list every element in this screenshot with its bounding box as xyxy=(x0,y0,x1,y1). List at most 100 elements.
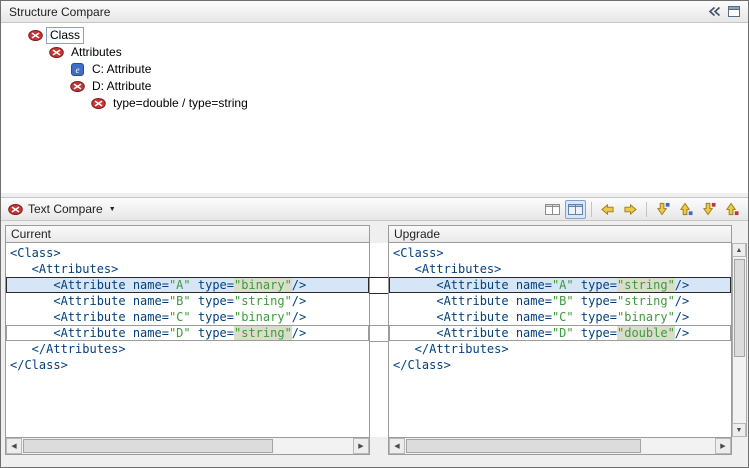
diff-connector xyxy=(369,277,389,278)
attribute-value: "binary" xyxy=(234,310,292,324)
collapse-icon[interactable] xyxy=(708,6,721,17)
code-line[interactable]: </Attributes> xyxy=(6,341,369,357)
attribute-value: "string" xyxy=(234,326,292,340)
svg-text:e: e xyxy=(75,65,79,75)
code-text: <Attribute name= xyxy=(393,326,552,340)
vertical-scrollbar[interactable]: ▲ ▼ xyxy=(732,243,747,437)
tree-item[interactable]: type=double / type=string xyxy=(1,95,748,112)
next-change-icon[interactable] xyxy=(698,200,719,219)
left-pane-title: Current xyxy=(11,227,51,241)
code-text: </Class> xyxy=(393,358,451,372)
right-horizontal-scrollbar[interactable]: ◀ ▶ xyxy=(389,437,731,454)
tree-item-label: D: Attribute xyxy=(89,79,154,94)
code-line[interactable]: <Attribute name="B" type="string"/> xyxy=(389,293,731,309)
code-text: type= xyxy=(191,294,234,308)
tree-item[interactable]: e C: Attribute xyxy=(1,61,748,78)
code-line[interactable]: <Attribute name="B" type="string"/> xyxy=(6,293,369,309)
toolbar-separator xyxy=(591,202,592,217)
tree-item-label: Attributes xyxy=(68,45,125,60)
scroll-right-icon[interactable]: ▶ xyxy=(353,438,369,454)
code-text: </Class> xyxy=(10,358,68,372)
copy-right-icon[interactable] xyxy=(620,200,641,219)
code-text: <Attribute name= xyxy=(393,310,552,324)
attribute-value: "string" xyxy=(234,294,292,308)
element-icon: e xyxy=(69,63,85,76)
code-line[interactable]: <Attribute name="A" type="binary"/> xyxy=(6,277,369,293)
code-line[interactable]: <Attributes> xyxy=(6,261,369,277)
compare-toolbar xyxy=(542,200,742,219)
scroll-up-icon[interactable]: ▲ xyxy=(732,243,746,257)
code-line[interactable]: <Attribute name="A" type="string"/> xyxy=(389,277,731,293)
attribute-value: "A" xyxy=(169,278,191,292)
code-text: type= xyxy=(574,294,617,308)
code-line[interactable]: <Attribute name="D" type="string"/> xyxy=(6,325,369,341)
compare-editor-window: Structure Compare Class Attributes e C: Att… xyxy=(0,0,749,468)
scroll-left-icon[interactable]: ◀ xyxy=(389,438,405,454)
chevron-down-icon[interactable]: ▼ xyxy=(109,206,116,213)
structure-compare-title: Structure Compare xyxy=(9,5,110,19)
tree-item-label: C: Attribute xyxy=(89,62,154,77)
code-text: /> xyxy=(675,294,689,308)
code-text: /> xyxy=(292,326,306,340)
left-code-body[interactable]: <Class> <Attributes> <Attribute name="A"… xyxy=(6,243,369,437)
copy-left-icon[interactable] xyxy=(597,200,618,219)
attribute-value: "C" xyxy=(169,310,191,324)
diff-gutter xyxy=(370,243,388,437)
code-text: <Class> xyxy=(10,246,61,260)
code-text: /> xyxy=(292,310,306,324)
attribute-value: "B" xyxy=(552,294,574,308)
code-line[interactable]: <Attributes> xyxy=(389,261,731,277)
code-text: type= xyxy=(191,326,234,340)
code-line[interactable]: <Attribute name="C" type="binary"/> xyxy=(6,309,369,325)
left-pane: Current <Class> <Attributes> <Attribute … xyxy=(5,225,370,455)
code-line[interactable]: </Attributes> xyxy=(389,341,731,357)
toolbar-separator xyxy=(646,202,647,217)
left-horizontal-scrollbar[interactable]: ◀ ▶ xyxy=(6,437,369,454)
attribute-value: "binary" xyxy=(234,278,292,292)
code-line[interactable]: </Class> xyxy=(6,357,369,373)
code-text: <Attributes> xyxy=(393,262,501,276)
structure-tree: Class Attributes e C: Attribute D: Attribute… xyxy=(1,23,748,193)
right-code-body[interactable]: <Class> <Attributes> <Attribute name="A"… xyxy=(389,243,731,437)
code-text: <Attribute name= xyxy=(10,310,169,324)
previous-difference-icon[interactable] xyxy=(675,200,696,219)
code-text: <Attribute name= xyxy=(393,294,552,308)
next-difference-icon[interactable] xyxy=(652,200,673,219)
code-line[interactable]: </Class> xyxy=(389,357,731,373)
structure-header-buttons xyxy=(708,6,740,17)
code-text: type= xyxy=(574,326,617,340)
code-line[interactable]: <Class> xyxy=(6,245,369,261)
right-pane-header: Upgrade xyxy=(389,226,731,243)
attribute-value: "D" xyxy=(552,326,574,340)
change-icon xyxy=(69,81,85,92)
maximize-icon[interactable] xyxy=(728,6,740,17)
right-hscroll-thumb[interactable] xyxy=(406,439,641,453)
left-hscroll-thumb[interactable] xyxy=(23,439,273,453)
code-line[interactable]: <Attribute name="C" type="binary"/> xyxy=(389,309,731,325)
tree-item[interactable]: Attributes xyxy=(1,44,748,61)
text-compare-title[interactable]: Text Compare xyxy=(28,202,103,216)
two-pane-icon[interactable] xyxy=(542,200,563,219)
previous-change-icon[interactable] xyxy=(721,200,742,219)
scroll-down-icon[interactable]: ▼ xyxy=(732,423,746,437)
code-line[interactable]: <Attribute name="D" type="double"/> xyxy=(389,325,731,341)
attribute-value: "A" xyxy=(552,278,574,292)
structure-compare-header: Structure Compare xyxy=(1,1,748,23)
scroll-right-icon[interactable]: ▶ xyxy=(715,438,731,454)
scroll-left-icon[interactable]: ◀ xyxy=(6,438,22,454)
code-line[interactable]: <Class> xyxy=(389,245,731,261)
diff-connector xyxy=(369,293,389,294)
code-text: /> xyxy=(675,326,689,340)
code-text: </Attributes> xyxy=(393,342,509,356)
attribute-value: "B" xyxy=(169,294,191,308)
sync-scrolling-icon[interactable] xyxy=(565,200,586,219)
code-text: <Attribute name= xyxy=(393,278,552,292)
vscroll-thumb[interactable] xyxy=(734,259,745,357)
tree-item[interactable]: D: Attribute xyxy=(1,78,748,95)
tree-item-label: type=double / type=string xyxy=(110,96,251,111)
right-pane: Upgrade <Class> <Attributes> <Attribute … xyxy=(388,225,732,455)
code-text: /> xyxy=(292,294,306,308)
right-pane-title: Upgrade xyxy=(394,227,440,241)
tree-item[interactable]: Class xyxy=(1,27,748,44)
tree-item-label: Class xyxy=(47,28,83,43)
